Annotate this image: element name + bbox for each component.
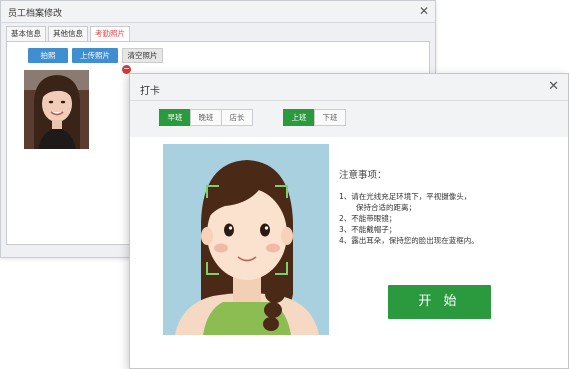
take-photo-button[interactable]: 拍照 (28, 48, 68, 63)
note-item: 3、不能戴帽子； (339, 225, 397, 234)
tab-bar: 基本信息 其他信息 考勤照片 (6, 26, 132, 42)
camera-preview (163, 144, 329, 335)
note-item: 4、露出耳朵，保持您的脸出现在蓝框内。 (339, 236, 479, 245)
dialog-titlebar: 打卡 ✕ (130, 74, 568, 101)
notes-title: 注意事项： (339, 170, 387, 181)
note-item: 2、不能带眼镜； (339, 214, 397, 223)
shift-selector: 早班 晚班 店长 (159, 109, 253, 126)
close-icon[interactable]: ✕ (419, 5, 429, 17)
window-title: 员工档案修改 (8, 9, 63, 19)
window-titlebar: 员工档案修改 ✕ (1, 1, 435, 23)
clock-option-out[interactable]: 下班 (314, 109, 346, 126)
start-button[interactable]: 开 始 (388, 285, 491, 319)
employee-photo-image (24, 70, 89, 149)
dialog-title: 打卡 (140, 86, 160, 97)
note-item-continuation: 保持合适的距离； (356, 203, 416, 212)
shift-option-manager[interactable]: 店长 (221, 109, 253, 126)
tab-basic-info[interactable]: 基本信息 (6, 26, 46, 41)
photo-toolbar: 拍照 上传照片 清空照片 (28, 48, 163, 63)
close-icon[interactable]: ✕ (548, 80, 559, 93)
employee-photo (24, 70, 89, 149)
note-item: 1、请在光线充足环境下，平视摄像头， (339, 192, 472, 201)
clear-photo-button[interactable]: 清空照片 (122, 48, 163, 63)
clock-option-in[interactable]: 上班 (283, 109, 315, 126)
dialog-body: 注意事项： 1、请在光线充足环境下，平视摄像头， 保持合适的距离； 2、不能带眼… (130, 137, 568, 368)
clock-type-selector: 上班 下班 (283, 109, 346, 126)
dialog-toolbar: 早班 晚班 店长 上班 下班 (130, 101, 568, 137)
shift-option-night[interactable]: 晚班 (190, 109, 222, 126)
notes-section: 注意事项： 1、请在光线充足环境下，平视摄像头， 保持合适的距离； 2、不能带眼… (339, 167, 539, 246)
tab-other-info[interactable]: 其他信息 (48, 26, 88, 41)
shift-option-morning[interactable]: 早班 (159, 109, 191, 126)
face-guide-illustration (163, 144, 329, 335)
clock-in-dialog: 打卡 ✕ 早班 晚班 店长 上班 下班 注意事项： 1、请在光线充足环境下，平视… (129, 73, 569, 369)
upload-photo-button[interactable]: 上传照片 (72, 48, 118, 63)
tab-attendance-photo[interactable]: 考勤照片 (90, 26, 130, 42)
